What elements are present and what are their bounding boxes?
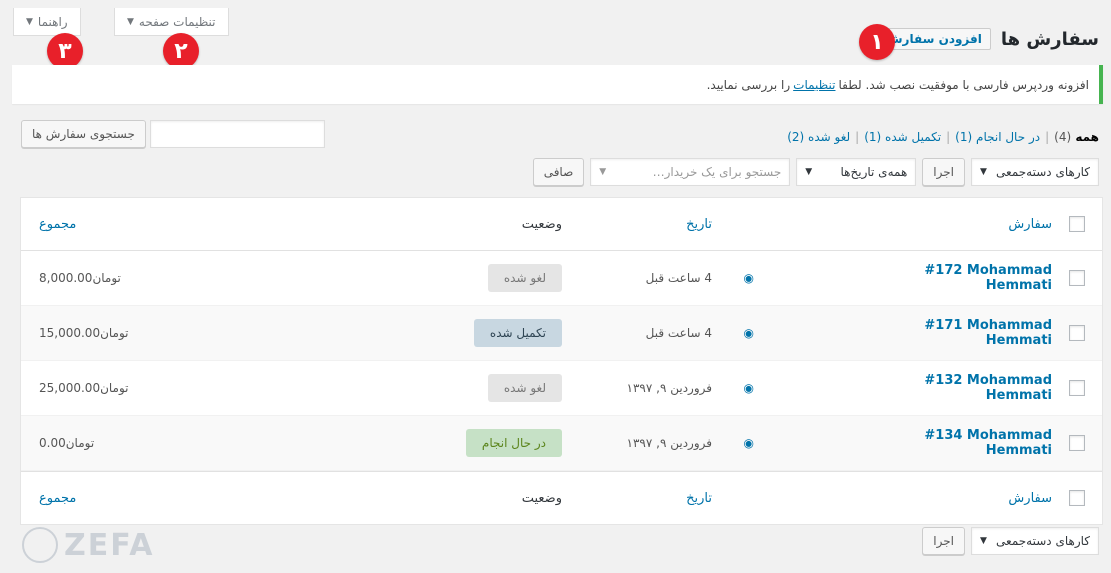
date-filter-select[interactable]: همه‌ی تاریخ‌ها ▼ (796, 158, 917, 186)
caret-down-icon: ▼ (599, 167, 607, 177)
caret-down-icon: ▼ (26, 16, 33, 27)
annotation-badge-2: ۲ (163, 33, 199, 69)
page-title: سفارش ها (1000, 28, 1099, 50)
customer-search-placeholder: جستجو برای یک خریدار… (652, 165, 782, 179)
customer-search-select[interactable]: جستجو برای یک خریدار… ▼ (590, 158, 791, 186)
bulk-actions-value: کارهای دسته‌جمعی (996, 534, 1090, 548)
settings-link[interactable]: تنظیمات (793, 78, 835, 92)
table-row: #132 Mohammad Hemmati ◉ فروردین ۹, ۱۳۹۷ … (21, 361, 1102, 416)
notice-text-after: را بررسی نمایید. (706, 77, 791, 92)
table-row: #172 Mohammad Hemmati ◉ 4 ساعت قبل لغو ش… (21, 251, 1102, 306)
eye-icon[interactable]: ◉ (744, 436, 754, 450)
tablenav-top: کارهای دسته‌جمعی ▼ اجرا همه‌ی تاریخ‌ها ▼… (532, 158, 1099, 186)
row-checkbox[interactable] (1069, 380, 1085, 396)
search-box: جستجوی سفارش ها (21, 120, 325, 148)
success-notice: افزونه وردپرس فارسی با موفقیت نصب شد. لط… (12, 65, 1103, 104)
screen-options-button[interactable]: تنظیمات صفحه ▼ (114, 8, 229, 36)
column-date-sort[interactable]: تاریخ (686, 217, 712, 232)
search-orders-button[interactable]: جستجوی سفارش ها (21, 120, 146, 148)
order-link[interactable]: #172 Mohammad Hemmati (924, 263, 1052, 293)
order-link[interactable]: #134 Mohammad Hemmati (924, 428, 1052, 458)
column-order-sort[interactable]: سفارش (1008, 491, 1052, 506)
select-all-checkbox[interactable] (1069, 216, 1085, 232)
status-badge: لغو شده (487, 374, 562, 402)
row-checkbox[interactable] (1069, 435, 1085, 451)
filter-button[interactable]: صافی (532, 158, 585, 186)
order-link[interactable]: #171 Mohammad Hemmati (924, 318, 1052, 348)
order-total: تومان8,000.00 (39, 270, 121, 285)
row-checkbox[interactable] (1069, 325, 1085, 341)
order-date: 4 ساعت قبل (645, 270, 712, 285)
bulk-actions-select[interactable]: کارهای دسته‌جمعی ▼ (971, 158, 1099, 186)
eye-icon[interactable]: ◉ (744, 326, 754, 340)
screen-options-label: تنظیمات صفحه (138, 14, 216, 29)
caret-down-icon: ▼ (980, 536, 987, 546)
filter-cancelled[interactable]: لغو شده (2) (787, 130, 850, 144)
column-status: وضعیت (521, 490, 562, 506)
row-checkbox[interactable] (1069, 270, 1085, 286)
annotation-badge-3: ۳ (47, 33, 83, 69)
status-filters: همه (4) | در حال انجام (1) | تکمیل شده (… (787, 130, 1099, 144)
order-link[interactable]: #132 Mohammad Hemmati (924, 373, 1052, 403)
eye-icon[interactable]: ◉ (744, 271, 754, 285)
order-total: تومان0.00 (39, 435, 95, 450)
search-orders-input[interactable] (149, 120, 325, 148)
column-total-sort[interactable]: مجموع (39, 217, 76, 232)
order-total: تومان25,000.00 (39, 380, 129, 395)
table-footer-row: سفارش تاریخ وضعیت مجموع (21, 471, 1102, 524)
page-header: سفارش ها افزودن سفارش (876, 28, 1099, 50)
status-badge: لغو شده (487, 264, 562, 292)
caret-down-icon: ▼ (980, 167, 987, 177)
annotation-badge-1: ۱ (859, 24, 895, 60)
filter-separator: | (946, 130, 951, 144)
column-status: وضعیت (521, 216, 562, 232)
order-date: 4 ساعت قبل (645, 325, 712, 340)
filter-processing[interactable]: در حال انجام (1) (955, 130, 1040, 144)
bulk-actions-select[interactable]: کارهای دسته‌جمعی ▼ (971, 527, 1099, 555)
caret-down-icon: ▼ (127, 16, 134, 27)
table-header-row: سفارش تاریخ وضعیت مجموع (21, 198, 1102, 251)
order-total: تومان15,000.00 (39, 325, 129, 340)
column-date-sort[interactable]: تاریخ (686, 491, 712, 506)
column-order-sort[interactable]: سفارش (1008, 217, 1052, 232)
bulk-actions-value: کارهای دسته‌جمعی (996, 165, 1090, 179)
filter-separator: | (1045, 130, 1050, 144)
help-tab-button[interactable]: راهنما ▼ (13, 8, 81, 36)
apply-button[interactable]: اجرا (922, 527, 965, 555)
select-all-checkbox[interactable] (1069, 490, 1085, 506)
caret-down-icon: ▼ (805, 167, 813, 177)
filter-all[interactable]: همه (4) (1054, 130, 1099, 144)
watermark-text: ZEFA (64, 527, 155, 563)
table-row: #171 Mohammad Hemmati ◉ 4 ساعت قبل تکمیل… (21, 306, 1102, 361)
order-date: فروردین ۹, ۱۳۹۷ (626, 380, 712, 395)
tablenav-bottom: کارهای دسته‌جمعی ▼ اجرا (922, 527, 1099, 555)
select-all-cell (1052, 216, 1102, 232)
order-date: فروردین ۹, ۱۳۹۷ (626, 435, 712, 450)
apply-button[interactable]: اجرا (922, 158, 965, 186)
status-badge: در حال انجام (465, 429, 562, 457)
filter-completed[interactable]: تکمیل شده (1) (864, 130, 941, 144)
column-total-sort[interactable]: مجموع (39, 491, 76, 506)
help-label: راهنما (37, 14, 68, 29)
table-row: #134 Mohammad Hemmati ◉ فروردین ۹, ۱۳۹۷ … (21, 416, 1102, 471)
date-filter-value: همه‌ی تاریخ‌ها (840, 165, 908, 179)
status-badge: تکمیل شده (473, 319, 562, 347)
notice-text-before: افزونه وردپرس فارسی با موفقیت نصب شد. لط… (838, 77, 1089, 92)
filter-separator: | (855, 130, 860, 144)
watermark: ZEFA (22, 522, 182, 568)
globe-icon (22, 527, 58, 563)
orders-table: سفارش تاریخ وضعیت مجموع #172 Mohammad He… (20, 197, 1103, 525)
eye-icon[interactable]: ◉ (744, 381, 754, 395)
